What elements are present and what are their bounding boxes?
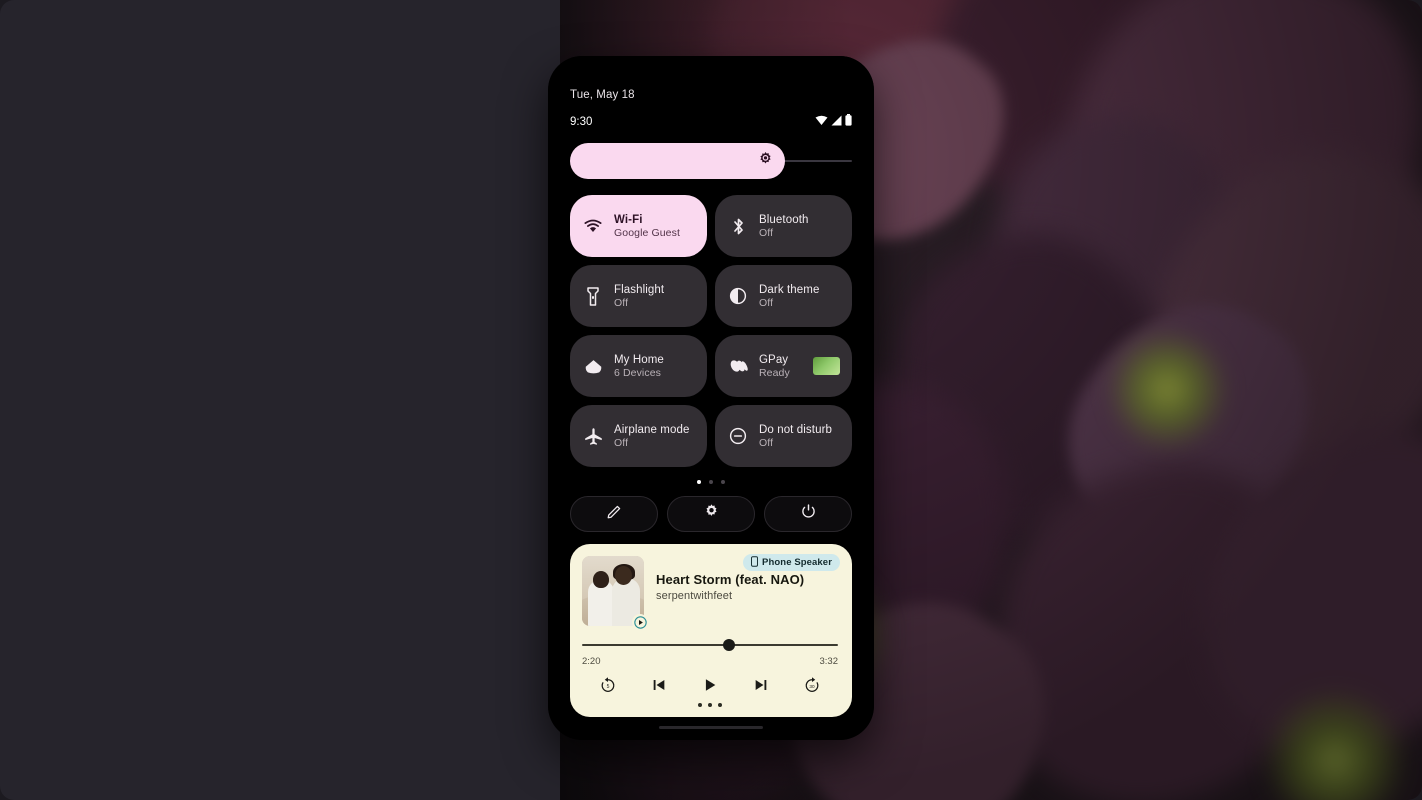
tile-sublabel: Off — [759, 296, 774, 309]
tile-do-not-disturb[interactable]: Do not disturb Off — [715, 405, 852, 467]
track-title: Heart Storm (feat. NAO) — [656, 572, 805, 587]
brightness-fill[interactable] — [570, 143, 785, 179]
edit-pencil-icon — [606, 503, 623, 525]
rewind-5-button[interactable]: 5 — [597, 674, 619, 696]
play-button[interactable] — [699, 674, 721, 696]
tile-label: Dark theme — [759, 283, 820, 296]
edit-tiles-button[interactable] — [570, 496, 658, 532]
duration-time: 3:32 — [819, 656, 839, 667]
time-labels: 2:20 3:32 — [582, 656, 838, 667]
media-controls: 5 30 — [582, 674, 838, 696]
cell-signal-icon — [831, 113, 842, 131]
date-label: Tue, May 18 — [570, 89, 635, 101]
svg-text:5: 5 — [607, 684, 610, 690]
page-dot-2[interactable] — [709, 480, 713, 484]
page-dot-1[interactable] — [697, 480, 701, 484]
airplane-icon — [583, 426, 603, 446]
status-time: 9:30 — [570, 115, 593, 128]
wifi-icon — [583, 216, 603, 236]
battery-icon — [845, 113, 852, 131]
tile-label: Bluetooth — [759, 213, 809, 226]
tile-label: Flashlight — [614, 283, 665, 296]
tile-airplane-mode[interactable]: Airplane mode Off — [570, 405, 707, 467]
media-dot-2[interactable] — [708, 703, 712, 707]
bluetooth-icon — [728, 216, 748, 236]
output-device-chip[interactable]: Phone Speaker — [743, 554, 840, 571]
tile-label: GPay — [759, 353, 789, 366]
tile-sublabel: Off — [759, 436, 774, 449]
brightness-slider[interactable] — [570, 143, 852, 179]
next-track-button[interactable] — [750, 674, 772, 696]
phone-device: Tue, May 18 9:30 Wi-Fi Google Guest Blue… — [548, 56, 874, 740]
tile-flashlight[interactable]: Flashlight Off — [570, 265, 707, 327]
page-indicator[interactable] — [570, 480, 852, 484]
media-dot-1[interactable] — [698, 703, 702, 707]
dark-theme-icon — [728, 286, 748, 306]
tile-sublabel: Off — [614, 436, 629, 449]
status-icons — [815, 113, 852, 131]
gpay-icon — [728, 356, 748, 376]
media-dot-3[interactable] — [718, 703, 722, 707]
gear-icon — [703, 503, 720, 525]
seek-track — [582, 644, 838, 646]
elapsed-time: 2:20 — [582, 656, 601, 667]
payment-card-thumbnail — [813, 357, 840, 375]
output-device-label: Phone Speaker — [762, 557, 832, 568]
page-dot-3[interactable] — [721, 480, 725, 484]
tile-dark-theme[interactable]: Dark theme Off — [715, 265, 852, 327]
seek-bar[interactable] — [582, 639, 838, 651]
forward-30-button[interactable]: 30 — [801, 674, 823, 696]
tile-my-home[interactable]: My Home 6 Devices — [570, 335, 707, 397]
brightness-icon — [758, 151, 773, 171]
tile-bluetooth[interactable]: Bluetooth Off — [715, 195, 852, 257]
home-icon — [583, 356, 603, 376]
status-bar: 9:30 — [570, 113, 852, 131]
media-page-indicator[interactable] — [582, 703, 838, 709]
power-button[interactable] — [764, 496, 852, 532]
quick-settings-actions — [570, 496, 852, 532]
wifi-icon — [815, 113, 828, 131]
tile-gpay[interactable]: GPay Ready — [715, 335, 852, 397]
quick-settings-panel: Tue, May 18 9:30 Wi-Fi Google Guest Blue… — [548, 56, 874, 740]
do-not-disturb-icon — [728, 426, 748, 446]
settings-button[interactable] — [667, 496, 755, 532]
media-player-card[interactable]: Phone Speaker Heart Storm (feat. NAO) se… — [570, 544, 852, 717]
desktop-canvas: Tue, May 18 9:30 Wi-Fi Google Guest Blue… — [0, 0, 1422, 800]
tile-sublabel: Off — [614, 296, 629, 309]
tile-label: Do not disturb — [759, 423, 832, 436]
tile-wifi[interactable]: Wi-Fi Google Guest — [570, 195, 707, 257]
tile-label: My Home — [614, 353, 664, 366]
tile-label: Airplane mode — [614, 423, 690, 436]
phone-icon — [751, 555, 759, 570]
album-art-wrapper — [582, 556, 648, 630]
power-icon — [800, 503, 817, 525]
tile-label: Wi-Fi — [614, 213, 643, 226]
seek-thumb[interactable] — [722, 639, 735, 651]
quick-settings-tiles: Wi-Fi Google Guest Bluetooth Off Flashli… — [570, 195, 852, 467]
svg-text:30: 30 — [809, 684, 815, 689]
previous-track-button[interactable] — [648, 674, 670, 696]
art-play-badge-icon[interactable] — [632, 614, 648, 630]
tile-sublabel: Off — [759, 226, 774, 239]
tile-sublabel: Google Guest — [614, 226, 680, 239]
track-artist: serpentwithfeet — [656, 590, 733, 602]
tile-sublabel: Ready — [759, 366, 790, 379]
flashlight-icon — [583, 286, 603, 306]
tile-sublabel: 6 Devices — [614, 366, 662, 379]
gesture-navigation-bar[interactable] — [659, 726, 763, 729]
